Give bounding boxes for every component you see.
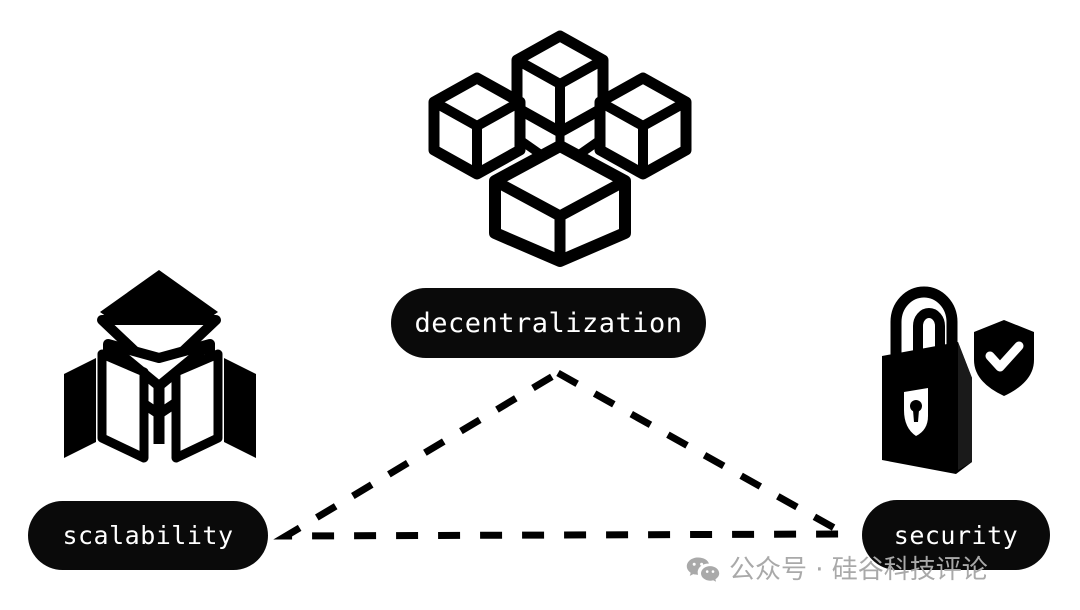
wechat-icon	[686, 557, 720, 582]
watermark: 公众号 · 硅谷科技评论	[686, 556, 988, 584]
layered-stack-icon	[58, 262, 263, 480]
node-label-decentralization[interactable]: decentralization	[391, 288, 706, 358]
shield-check-icon	[974, 320, 1034, 396]
panel-outer-left	[64, 358, 96, 458]
padlock-shield-icon	[866, 278, 1038, 483]
watermark-text: 公众号 · 硅谷科技评论	[729, 555, 988, 585]
diagram-canvas: decentralization scalability security 公众…	[0, 0, 1080, 610]
triangle-path	[273, 368, 859, 540]
panel-inner-left	[97, 349, 149, 463]
label-text: security	[893, 520, 1019, 550]
label-text: decentralization	[414, 307, 683, 339]
label-text: scalability	[62, 521, 234, 550]
node-label-scalability[interactable]: scalability	[28, 501, 268, 570]
panel-inner-right	[171, 349, 223, 463]
blockchain-cubes-icon	[425, 28, 695, 268]
panel-outer-right	[224, 358, 256, 458]
